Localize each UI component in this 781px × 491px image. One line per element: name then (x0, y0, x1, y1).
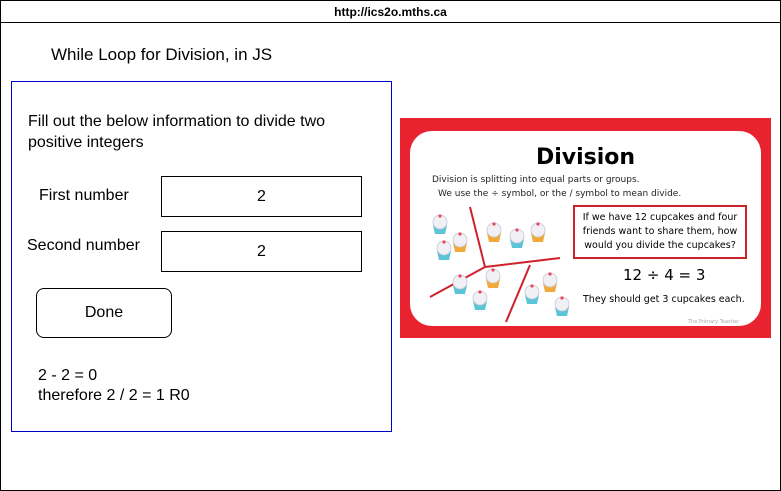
result-answer-line: therefore 2 / 2 = 1 R0 (38, 387, 190, 404)
cupcake-groups-drawing (429, 206, 570, 323)
page-title: While Loop for Division, in JS (51, 45, 273, 64)
cupcake-icon (452, 274, 468, 294)
question-box: If we have 12 cupcakes and four friends … (573, 205, 747, 259)
illustration-title: Division (535, 145, 636, 170)
cupcake-icon (554, 296, 570, 316)
cupcake-icon (452, 232, 468, 252)
cupcake-icon (509, 228, 525, 248)
cupcake-icon (432, 214, 448, 234)
cupcake-icon (486, 222, 502, 242)
instructions-text: Fill out the below information to divide… (28, 113, 326, 151)
second-number-label: Second number (27, 237, 140, 254)
result-subtraction-line: 2 - 2 = 0 (38, 367, 98, 384)
first-number-input[interactable] (161, 176, 362, 217)
division-equation: 12 ÷ 4 = 3 (623, 266, 706, 284)
second-number-input[interactable] (161, 231, 362, 272)
cupcake-icon (485, 268, 501, 288)
first-number-label: First number (39, 187, 129, 204)
cupcake-icon (524, 284, 540, 304)
address-bar: http://ics2o.mths.ca (1, 1, 780, 23)
illustration-definition: Division is splitting into equal parts o… (432, 175, 640, 185)
division-form: Fill out the below information to divide… (11, 81, 392, 432)
illustration-credit: The Primary Teacher (688, 319, 740, 325)
illustration-symbol-note: We use the ÷ symbol, or the / symbol to … (438, 189, 682, 199)
cupcake-icon (530, 222, 546, 242)
cupcake-icon (472, 290, 488, 310)
answer-text: They should get 3 cupcakes each. (583, 294, 745, 305)
done-button[interactable]: Done (36, 288, 172, 338)
page-frame: http://ics2o.mths.ca While Loop for Divi… (0, 0, 781, 491)
illustration-card: Division Division is splitting into equa… (410, 131, 761, 326)
division-illustration: Division Division is splitting into equa… (400, 118, 771, 338)
cupcake-icon (436, 240, 452, 260)
cupcake-icon (542, 272, 558, 292)
